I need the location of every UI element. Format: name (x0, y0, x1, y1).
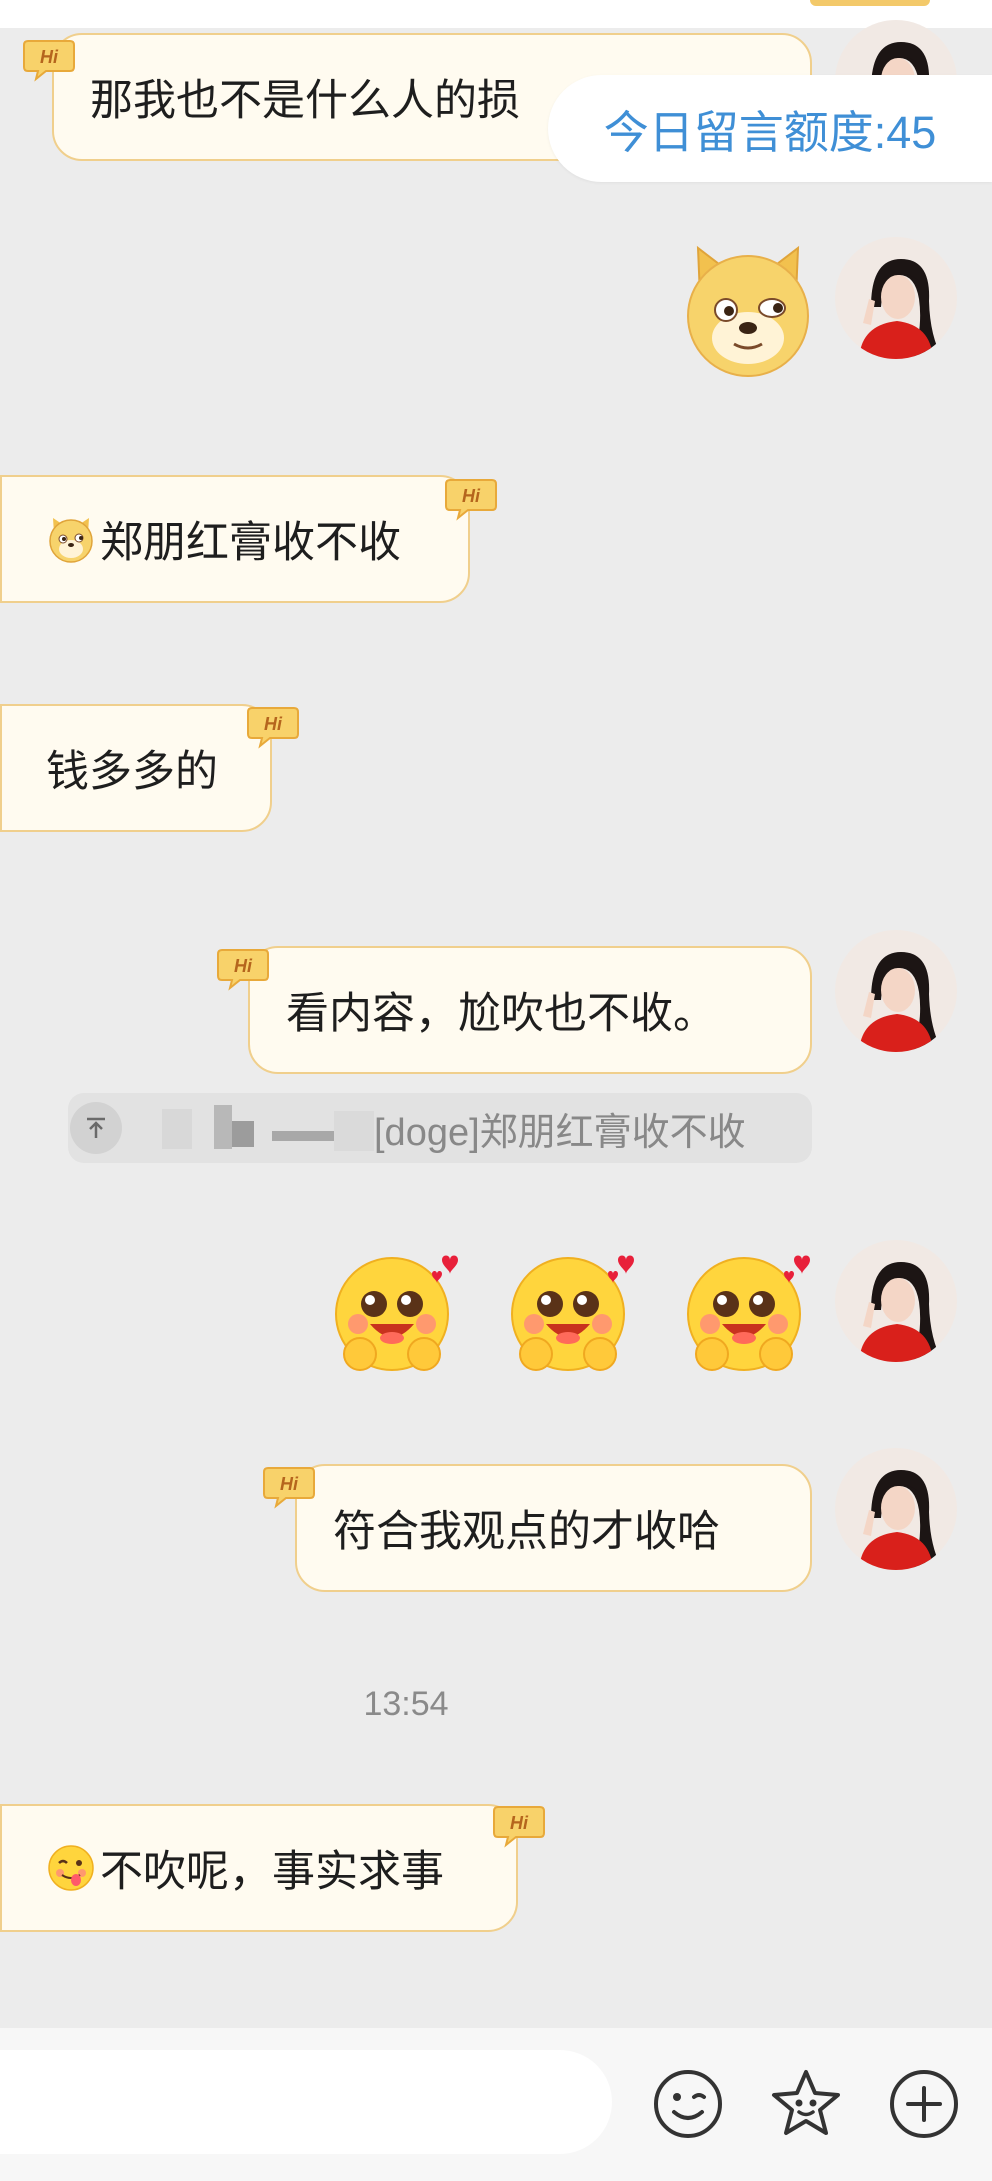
svg-text:Hi: Hi (280, 1474, 299, 1494)
hi-badge-icon: Hi (262, 1462, 316, 1510)
message-bubble-received[interactable]: 不吹呢，事实求事 (0, 1804, 518, 1932)
avatar[interactable] (835, 930, 957, 1052)
hi-badge-icon: Hi (22, 35, 76, 83)
svg-text:Hi: Hi (264, 714, 283, 734)
svg-text:Hi: Hi (462, 486, 481, 506)
tongue-emoji (46, 1843, 96, 1893)
message-bubble-received[interactable]: 郑朋红膏收不收 (0, 475, 470, 603)
message-text: 那我也不是什么人的损 (90, 77, 520, 125)
hi-badge-icon: Hi (492, 1801, 546, 1849)
avatar[interactable] (835, 1448, 957, 1570)
message-bubble-sent[interactable]: 看内容，尬吹也不收。 (248, 946, 812, 1074)
doge-emoji (46, 514, 96, 564)
avatar[interactable] (835, 237, 957, 359)
timestamp: 13:54 (363, 1685, 449, 1723)
svg-text:Hi: Hi (234, 956, 253, 976)
svg-text:Hi: Hi (40, 47, 59, 67)
redacted-username (134, 1093, 374, 1163)
message-text: 看内容，尬吹也不收。 (286, 990, 716, 1038)
doge-emoji[interactable] (678, 240, 818, 380)
message-text: 符合我观点的才收哈 (333, 1508, 720, 1556)
hi-badge-icon: Hi (246, 702, 300, 750)
message-bubble-sent[interactable]: 符合我观点的才收哈 (295, 1464, 812, 1592)
message-text: 郑朋红膏收不收 (100, 519, 401, 567)
avatar[interactable] (835, 1240, 957, 1362)
top-accent-bar (810, 0, 930, 6)
hi-badge-icon: Hi (444, 474, 498, 522)
message-bubble-received[interactable]: 钱多多的 (0, 704, 272, 832)
message-text: 钱多多的 (46, 748, 218, 796)
quote-top-arrow-icon (70, 1102, 122, 1154)
hi-badge-icon: Hi (216, 944, 270, 992)
quota-label: 今日留言额度:45 (603, 107, 937, 158)
message-input[interactable] (0, 2050, 612, 2154)
daily-message-quota: 今日留言额度:45 (548, 75, 992, 182)
star-face-icon[interactable] (768, 2066, 844, 2142)
quoted-text: [doge]郑朋红膏收不收 (374, 1111, 746, 1154)
happy-blush-emoji[interactable] (674, 1238, 814, 1378)
happy-blush-emoji[interactable] (498, 1238, 638, 1378)
quoted-message[interactable]: [doge]郑朋红膏收不收 (68, 1093, 812, 1163)
happy-blush-emoji[interactable] (322, 1238, 462, 1378)
svg-text:Hi: Hi (510, 1813, 529, 1833)
plus-circle-icon[interactable] (886, 2066, 962, 2142)
wink-face-icon[interactable] (650, 2066, 726, 2142)
message-text: 不吹呢，事实求事 (100, 1848, 444, 1896)
